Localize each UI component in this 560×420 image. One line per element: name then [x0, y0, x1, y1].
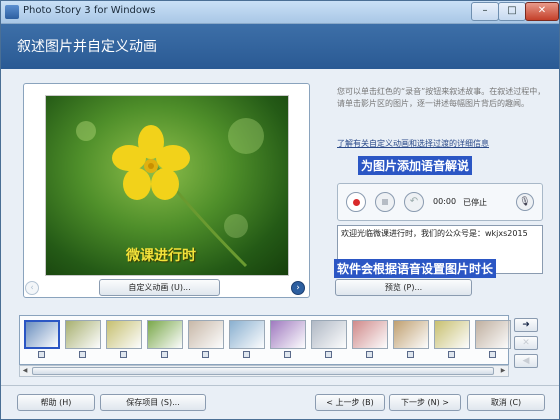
next-button[interactable]: 下一步 (N) >	[389, 394, 461, 411]
filmstrip-thumbnail[interactable]	[393, 320, 429, 349]
save-project-button[interactable]: 保存项目 (S)...	[100, 394, 206, 411]
recording-status: 已停止	[463, 198, 487, 207]
edit-icon[interactable]	[79, 351, 86, 358]
edit-icon[interactable]	[448, 351, 455, 358]
filmstrip	[19, 315, 511, 365]
title-bar: Photo Story 3 for Windows – □ ✕	[1, 1, 559, 24]
annotation-duration: 软件会根据语音设置图片时长	[334, 259, 497, 278]
photo-preview-panel: 微课进行时	[23, 83, 310, 298]
filmstrip-thumbnail[interactable]	[352, 320, 388, 349]
move-left-button[interactable]: ◀	[514, 354, 538, 368]
preview-button[interactable]: 预览 (P)...	[335, 279, 472, 296]
scrollbar-thumb[interactable]	[32, 367, 494, 375]
edit-icon[interactable]	[202, 351, 209, 358]
delete-button[interactable]: ✕	[514, 336, 538, 350]
instruction-text: 您可以单击红色的“录音”按钮来叙述故事。在叙述过程中，请单击影片区的图片，逐一讲…	[337, 87, 546, 108]
photo-caption: 微课进行时	[126, 248, 196, 264]
maximize-button[interactable]: □	[498, 2, 526, 21]
filmstrip-thumbnail[interactable]	[65, 320, 101, 349]
app-window: Photo Story 3 for Windows – □ ✕ 叙述图片并自定义…	[0, 0, 560, 420]
filmstrip-thumbnail[interactable]	[475, 320, 511, 349]
edit-icon[interactable]	[243, 351, 250, 358]
edit-icon[interactable]	[407, 351, 414, 358]
undo-icon[interactable]: ↶	[404, 192, 424, 212]
edit-icon[interactable]	[38, 351, 45, 358]
scroll-left-icon[interactable]: ◀	[20, 366, 30, 376]
minimize-button[interactable]: –	[471, 2, 499, 21]
chevron-left-icon[interactable]: ‹	[25, 281, 39, 295]
microphone-icon[interactable]: 🎙	[516, 193, 534, 211]
filmstrip-scrollbar[interactable]: ◀ ▶	[19, 365, 509, 377]
move-right-button[interactable]: ➜	[514, 318, 538, 332]
filmstrip-thumbnail[interactable]	[106, 320, 142, 349]
edit-icon[interactable]	[325, 351, 332, 358]
filmstrip-thumbnail[interactable]	[147, 320, 183, 349]
edit-icon[interactable]	[366, 351, 373, 358]
filmstrip-thumbnail[interactable]	[311, 320, 347, 349]
edit-icon[interactable]	[161, 351, 168, 358]
page-banner: 叙述图片并自定义动画	[1, 24, 559, 69]
filmstrip-thumbnail[interactable]	[229, 320, 265, 349]
custom-animation-button[interactable]: 自定义动画 (U)...	[99, 279, 220, 296]
edit-icon[interactable]	[120, 351, 127, 358]
filmstrip-thumbnail[interactable]	[434, 320, 470, 349]
recording-time: 00:00	[433, 197, 457, 206]
preview-photo: 微课进行时	[46, 96, 288, 275]
help-link[interactable]: 了解有关自定义动画和选择过渡的详细信息	[337, 138, 489, 149]
bottom-divider	[1, 385, 559, 386]
photo-frame: 微课进行时	[45, 95, 289, 276]
help-button[interactable]: 帮助 (H)	[17, 394, 95, 411]
window-title: Photo Story 3 for Windows	[23, 5, 156, 16]
stop-button[interactable]	[375, 192, 395, 212]
edit-icon[interactable]	[489, 351, 496, 358]
close-button[interactable]: ✕	[525, 2, 559, 21]
filmstrip-thumbnail[interactable]	[270, 320, 306, 349]
back-button[interactable]: < 上一步 (B)	[315, 394, 385, 411]
filmstrip-thumbnail[interactable]	[188, 320, 224, 349]
edit-icon[interactable]	[284, 351, 291, 358]
filmstrip-thumbnail[interactable]	[24, 320, 60, 349]
cancel-button[interactable]: 取消 (C)	[467, 394, 545, 411]
chevron-right-icon[interactable]: ›	[291, 281, 305, 295]
scroll-right-icon[interactable]: ▶	[498, 366, 508, 376]
recording-controls: ↶ 00:00 已停止 🎙	[337, 183, 543, 221]
annotation-narration: 为图片添加语音解说	[358, 156, 473, 175]
app-icon	[5, 5, 19, 19]
record-button[interactable]	[346, 192, 366, 212]
page-title: 叙述图片并自定义动画	[17, 39, 157, 55]
